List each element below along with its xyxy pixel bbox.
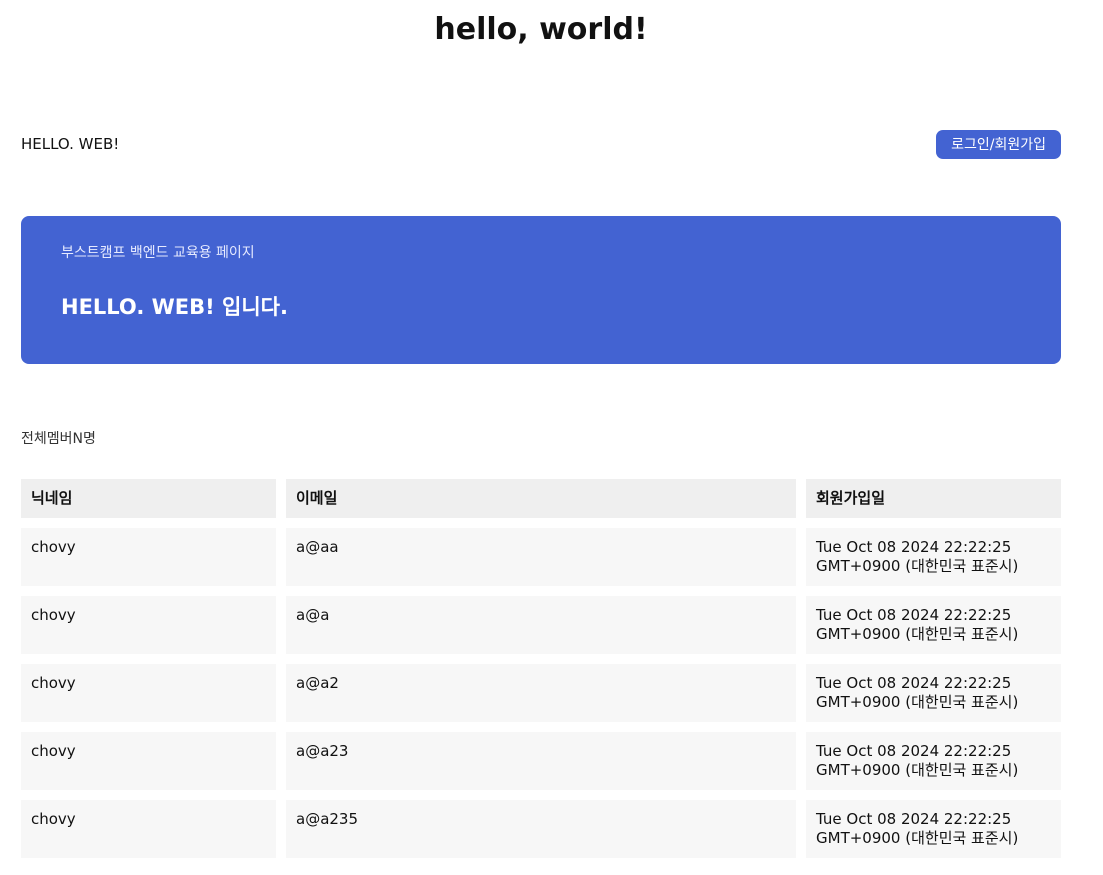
table-header-row: 닉네임 이메일 회원가입일 [21, 479, 1061, 518]
table-row: chovy a@a2 Tue Oct 08 2024 22:22:25 GMT+… [21, 664, 1061, 722]
joined-date-cell: Tue Oct 08 2024 22:22:25 GMT+0900 (대한민국 … [806, 800, 1061, 858]
page-title: hello, world! [434, 12, 648, 47]
table-row: chovy a@a23 Tue Oct 08 2024 22:22:25 GMT… [21, 732, 1061, 790]
joined-date-cell: Tue Oct 08 2024 22:22:25 GMT+0900 (대한민국 … [806, 596, 1061, 654]
top-bar: HELLO. WEB! 로그인/회원가입 [21, 129, 1061, 159]
nickname-cell: chovy [21, 664, 276, 722]
brand-text: HELLO. WEB! [21, 135, 120, 153]
email-cell: a@aa [286, 528, 796, 586]
email-cell: a@a2 [286, 664, 796, 722]
nickname-cell: chovy [21, 732, 276, 790]
table-row: chovy a@aa Tue Oct 08 2024 22:22:25 GMT+… [21, 528, 1061, 586]
member-count-label: 전체멤버N명 [21, 431, 96, 447]
joined-date-cell: Tue Oct 08 2024 22:22:25 GMT+0900 (대한민국 … [806, 664, 1061, 722]
column-header-joined: 회원가입일 [806, 479, 1061, 518]
email-cell: a@a [286, 596, 796, 654]
hero-title: HELLO. WEB! 입니다. [61, 295, 288, 319]
members-table: 닉네임 이메일 회원가입일 chovy a@aa Tue Oct 08 2024… [21, 479, 1061, 868]
login-signup-button[interactable]: 로그인/회원가입 [936, 129, 1061, 159]
joined-date-cell: Tue Oct 08 2024 22:22:25 GMT+0900 (대한민국 … [806, 528, 1061, 586]
hero-banner: 부스트캠프 백엔드 교육용 페이지 HELLO. WEB! 입니다. [21, 216, 1061, 364]
table-row: chovy a@a235 Tue Oct 08 2024 22:22:25 GM… [21, 800, 1061, 858]
hero-subtitle: 부스트캠프 백엔드 교육용 페이지 [61, 245, 255, 261]
joined-date-cell: Tue Oct 08 2024 22:22:25 GMT+0900 (대한민국 … [806, 732, 1061, 790]
nickname-cell: chovy [21, 528, 276, 586]
email-cell: a@a23 [286, 732, 796, 790]
column-header-nickname: 닉네임 [21, 479, 276, 518]
column-header-email: 이메일 [286, 479, 796, 518]
email-cell: a@a235 [286, 800, 796, 858]
nickname-cell: chovy [21, 800, 276, 858]
nickname-cell: chovy [21, 596, 276, 654]
table-row: chovy a@a Tue Oct 08 2024 22:22:25 GMT+0… [21, 596, 1061, 654]
